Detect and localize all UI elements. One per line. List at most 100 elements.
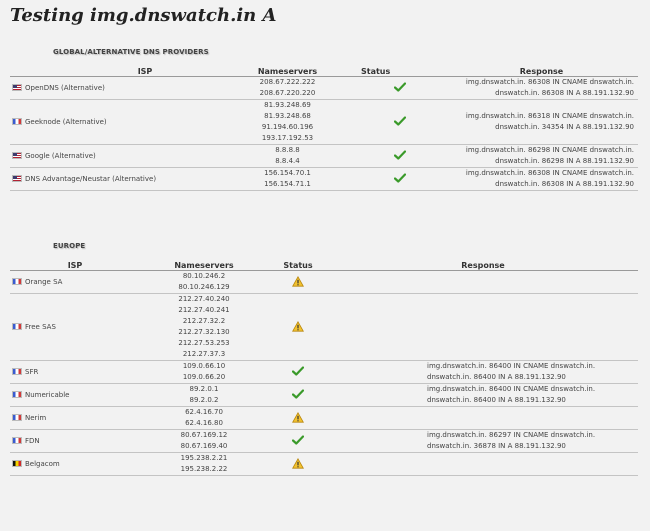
flag-fr-icon <box>12 437 22 444</box>
status-cell <box>268 360 328 384</box>
isp-name: DNS Advantage/Neustar (Alternative) <box>25 175 157 183</box>
nameserver-ip: 212.27.37.3 <box>182 350 226 358</box>
nameservers-cell: 80.67.169.12 80.67.169.40 <box>140 429 268 453</box>
isp-cell: Nerim <box>10 406 140 430</box>
status-cell <box>268 293 328 361</box>
table-row: FDN 80.67.169.12 80.67.169.40 img.dnswatch.… <box>10 429 638 453</box>
table-header-row: ISP Nameservers Status Response <box>10 66 638 77</box>
isp-cell: Orange SA <box>10 270 140 294</box>
response-line: img.dnswatch.in. 86318 IN CNAME dnswatch… <box>465 112 634 120</box>
flag-us-icon <box>12 175 22 182</box>
column-header-nameservers: Nameservers <box>140 260 268 271</box>
warning-icon <box>292 411 304 423</box>
isp-cell: FDN <box>10 429 140 453</box>
isp-cell: Belgacom <box>10 452 140 476</box>
isp-name: Geeknode (Alternative) <box>25 118 107 126</box>
column-header-isp: ISP <box>10 66 220 77</box>
status-cell <box>355 76 445 100</box>
isp-cell: SFR <box>10 360 140 384</box>
isp-name: Belgacom <box>25 460 60 468</box>
flag-us-icon <box>12 152 22 159</box>
column-header-status: Status <box>268 260 328 271</box>
nameserver-ip: 80.10.246.129 <box>178 283 230 291</box>
response-cell: img.dnswatch.in. 86308 IN CNAME dnswatch… <box>445 167 638 191</box>
nameserver-ip: 80.67.169.40 <box>180 442 228 450</box>
section-title-europe: EUROPE <box>53 242 86 250</box>
page-title: Testing img.dnswatch.in A <box>10 5 277 26</box>
warning-icon <box>292 457 304 469</box>
nameserver-ip: 109.0.66.20 <box>182 373 226 381</box>
nameserver-ip: 62.4.16.70 <box>185 408 223 416</box>
table-row: Free SAS 212.27.40.240 212.27.40.241 212.27… <box>10 293 638 361</box>
nameserver-ip: 89.2.0.1 <box>189 385 219 393</box>
response-cell: img.dnswatch.in. 86298 IN CNAME dnswatch… <box>445 144 638 168</box>
isp-name: Nerim <box>25 414 47 422</box>
isp-cell: Geeknode (Alternative) <box>10 99 220 145</box>
response-cell: img.dnswatch.in. 86297 IN CNAME dnswatch… <box>328 429 638 453</box>
table-row: Nerim 62.4.16.70 62.4.16.80 <box>10 406 638 430</box>
column-header-status: Status <box>355 66 445 77</box>
table-row: Geeknode (Alternative) 81.93.248.69 81.93.… <box>10 99 638 145</box>
isp-cell: Free SAS <box>10 293 140 361</box>
status-cell <box>355 167 445 191</box>
status-cell <box>355 99 445 145</box>
nameserver-ip: 208.67.222.222 <box>259 78 316 86</box>
isp-cell: DNS Advantage/Neustar (Alternative) <box>10 167 220 191</box>
status-cell <box>268 383 328 407</box>
nameserver-ip: 109.0.66.10 <box>182 362 226 370</box>
nameserver-ip: 81.93.248.69 <box>264 101 311 109</box>
nameserver-ip: 8.8.8.8 <box>275 146 300 154</box>
response-line: dnswatch.in. 36878 IN A 88.191.132.90 <box>427 442 566 450</box>
nameserver-ip: 212.27.40.240 <box>178 295 230 303</box>
nameserver-ip: 62.4.16.80 <box>185 419 223 427</box>
nameservers-cell: 81.93.248.69 81.93.248.68 91.194.60.196 193… <box>220 99 355 145</box>
response-line: img.dnswatch.in. 86400 IN CNAME dnswatch… <box>427 385 596 393</box>
table-row: Orange SA 80.10.246.2 80.10.246.129 <box>10 270 638 294</box>
warning-icon <box>292 320 304 332</box>
response-cell: img.dnswatch.in. 86318 IN CNAME dnswatch… <box>445 99 638 145</box>
checkmark-icon <box>393 116 407 126</box>
global-dns-table: ISP Nameservers Status Response OpenDNS … <box>10 66 638 191</box>
flag-fr-icon <box>12 278 22 285</box>
nameserver-ip: 8.8.4.4 <box>275 157 300 165</box>
response-line: dnswatch.in. 86400 IN A 88.191.132.90 <box>427 396 566 404</box>
nameserver-ip: 80.10.246.2 <box>182 272 226 280</box>
table-row: DNS Advantage/Neustar (Alternative) 156.1… <box>10 167 638 191</box>
table-row: Numericable 89.2.0.1 89.2.0.2 img.dnswatch.… <box>10 383 638 407</box>
column-header-isp: ISP <box>10 260 140 271</box>
nameserver-ip: 80.67.169.12 <box>180 431 228 439</box>
response-cell <box>328 406 638 430</box>
status-cell <box>355 144 445 168</box>
flag-fr-icon <box>12 323 22 330</box>
checkmark-icon <box>393 173 407 183</box>
checkmark-icon <box>393 82 407 92</box>
nameserver-ip: 89.2.0.2 <box>189 396 219 404</box>
europe-dns-table: ISP Nameservers Status Response Orange S… <box>10 260 638 476</box>
isp-name: OpenDNS (Alternative) <box>25 84 105 92</box>
response-line: img.dnswatch.in. 86298 IN CNAME dnswatch… <box>465 146 634 154</box>
response-line: img.dnswatch.in. 86308 IN CNAME dnswatch… <box>465 169 634 177</box>
response-line: dnswatch.in. 34354 IN A 88.191.132.90 <box>495 123 634 131</box>
isp-name: SFR <box>25 368 39 376</box>
flag-us-icon <box>12 84 22 91</box>
nameserver-ip: 195.238.2.21 <box>180 454 228 462</box>
nameserver-ip: 212.27.32.130 <box>178 328 230 336</box>
nameserver-ip: 195.238.2.22 <box>180 465 228 473</box>
nameserver-ip: 91.194.60.196 <box>261 123 314 131</box>
response-cell <box>328 270 638 294</box>
table-row: Google (Alternative) 8.8.8.8 8.8.4.4 img.dn… <box>10 144 638 168</box>
flag-fr-icon <box>12 118 22 125</box>
checkmark-icon <box>291 366 305 376</box>
table-header-row: ISP Nameservers Status Response <box>10 260 638 271</box>
nameservers-cell: 156.154.70.1 156.154.71.1 <box>220 167 355 191</box>
table-row: OpenDNS (Alternative) 208.67.222.222 208.6… <box>10 76 638 100</box>
response-cell: img.dnswatch.in. 86308 IN CNAME dnswatch… <box>445 76 638 100</box>
response-cell <box>328 293 638 361</box>
flag-fr-icon <box>12 414 22 421</box>
flag-fr-icon <box>12 391 22 398</box>
column-header-nameservers: Nameservers <box>220 66 355 77</box>
checkmark-icon <box>291 435 305 445</box>
warning-icon <box>292 275 304 287</box>
nameservers-cell: 212.27.40.240 212.27.40.241 212.27.32.2 212… <box>140 293 268 361</box>
status-cell <box>268 452 328 476</box>
